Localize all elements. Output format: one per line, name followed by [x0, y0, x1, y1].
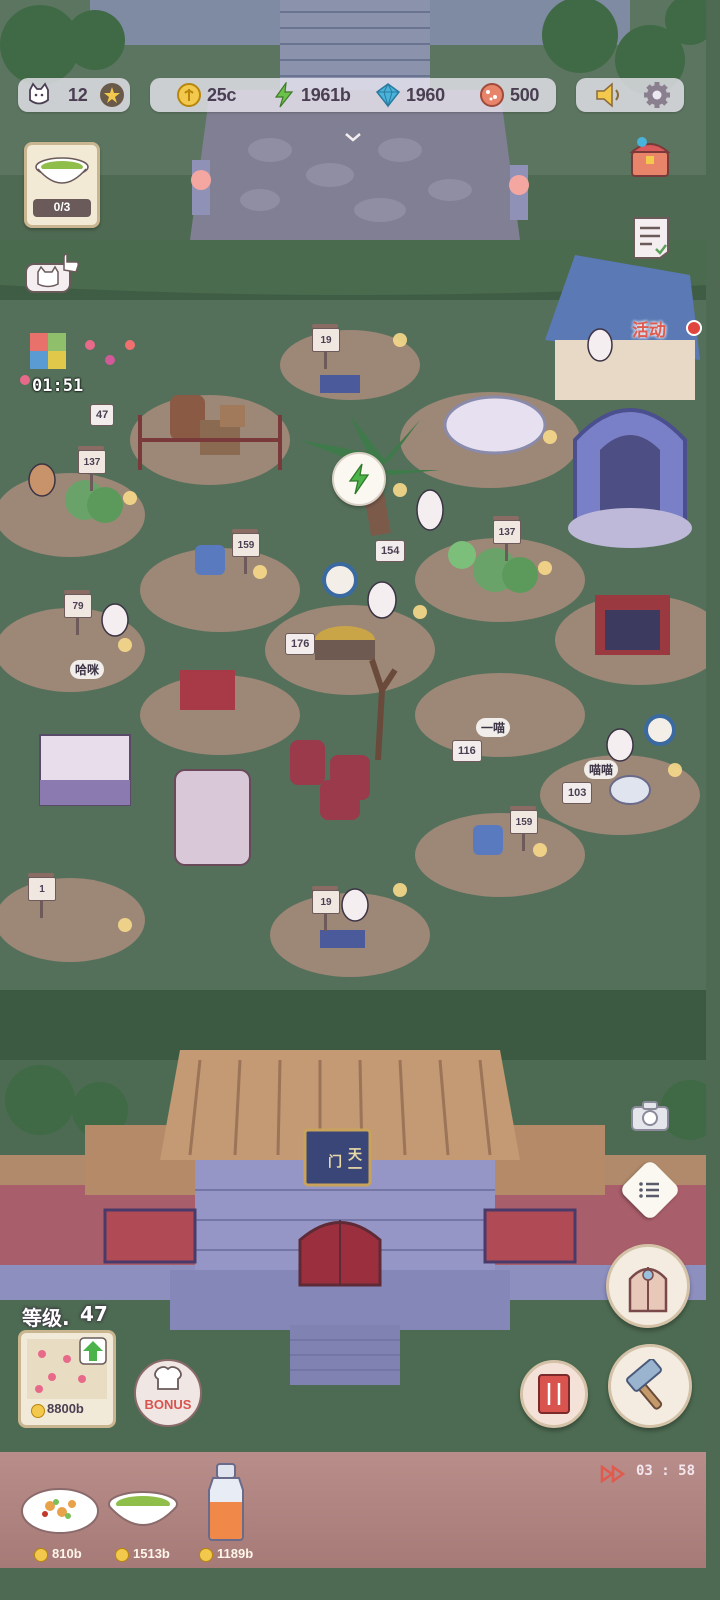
juice-price: 1189b	[217, 1546, 254, 1561]
cats-count: 12	[68, 85, 88, 105]
energy-collect-bubble[interactable]	[332, 452, 386, 506]
plot-sign[interactable]: 137	[78, 446, 106, 491]
bonus-button[interactable]: BONUS	[134, 1359, 202, 1427]
tickets-value: 500	[510, 85, 540, 105]
speaker-icon[interactable]	[594, 81, 624, 109]
plot-sign[interactable]: 19	[312, 324, 340, 369]
gems-value: 1960	[406, 85, 445, 105]
treasure-chest-icon[interactable]	[628, 134, 672, 180]
plot-level-badge: 116	[452, 740, 482, 762]
recipe-book-button[interactable]	[520, 1360, 588, 1428]
salad-plate-icon[interactable]	[20, 1486, 100, 1536]
lightning-icon	[348, 463, 370, 495]
event-label[interactable]: 活动	[632, 316, 666, 341]
plot-sign[interactable]: 1	[28, 873, 56, 918]
hand-pointer-icon	[63, 253, 79, 273]
door-button[interactable]	[606, 1244, 690, 1328]
soup-bowl-icon	[35, 157, 89, 184]
coin-icon	[177, 83, 201, 107]
event-timer: 01:51	[32, 376, 84, 396]
expand-chevron-icon[interactable]	[343, 131, 363, 143]
cat-speech-bubble: 喵喵	[584, 760, 619, 779]
task-list-icon[interactable]	[630, 216, 672, 260]
plot-sign[interactable]: 137	[493, 516, 521, 561]
soup-price: 1513b	[133, 1546, 170, 1561]
energy-value: 1961b	[301, 85, 351, 105]
level-value: 47	[80, 1302, 108, 1326]
plot-level-badge: 176	[285, 633, 316, 655]
door-icon	[628, 1267, 668, 1313]
plot-sign[interactable]: 79	[64, 590, 92, 635]
hammer-icon	[626, 1359, 663, 1410]
star-icon[interactable]	[99, 82, 125, 108]
countdown-timer: 03 : 58	[636, 1463, 696, 1479]
cat-speech-bubble: 一喵	[476, 718, 511, 737]
plot-sign[interactable]: 159	[232, 529, 260, 574]
coin-icon	[115, 1548, 129, 1562]
gate-plaque: 天一门	[326, 1147, 362, 1175]
chef-hat-icon	[154, 1366, 182, 1390]
gear-icon[interactable]	[642, 81, 672, 109]
order-card[interactable]: 0/3	[24, 142, 100, 228]
gem-icon	[375, 82, 401, 108]
coin-icon	[34, 1548, 48, 1562]
lightning-icon	[274, 82, 294, 108]
salad-price: 810b	[52, 1546, 82, 1561]
order-progress-text: 0/3	[53, 200, 71, 214]
list-icon	[639, 1182, 659, 1198]
plot-sign[interactable]: 19	[312, 886, 340, 931]
cat-icon	[29, 82, 49, 105]
coin-icon	[199, 1548, 213, 1562]
plot-level-badge: 47	[90, 404, 115, 426]
plot-level-badge: 103	[562, 782, 593, 804]
coin-icon	[31, 1404, 45, 1418]
level-label: 等级.	[22, 1306, 70, 1330]
chat-cat-button[interactable]	[24, 248, 84, 300]
fast-forward-icon[interactable]	[600, 1465, 626, 1483]
juice-bottle-icon[interactable]	[203, 1462, 249, 1542]
upgrade-card[interactable]: 8800b	[18, 1330, 116, 1428]
coins-value: 25c	[207, 85, 237, 105]
upgrade-arrow-icon	[79, 1337, 107, 1365]
upgrade-price: 8800b	[47, 1401, 84, 1416]
plot-level-badge: 154	[375, 540, 406, 562]
bonus-label: BONUS	[144, 1397, 192, 1412]
cookie-ticket-icon	[480, 83, 504, 107]
plot-sign[interactable]: 159	[510, 806, 538, 851]
cat-speech-bubble: 哈咪	[70, 660, 105, 679]
event-calendar-button[interactable]: 01:51	[28, 330, 84, 400]
recipe-book-icon	[538, 1374, 570, 1414]
build-hammer-button[interactable]	[608, 1344, 692, 1428]
event-notification-dot	[686, 320, 702, 336]
soup-bowl-icon[interactable]	[106, 1488, 180, 1534]
camera-icon[interactable]	[630, 1100, 670, 1132]
